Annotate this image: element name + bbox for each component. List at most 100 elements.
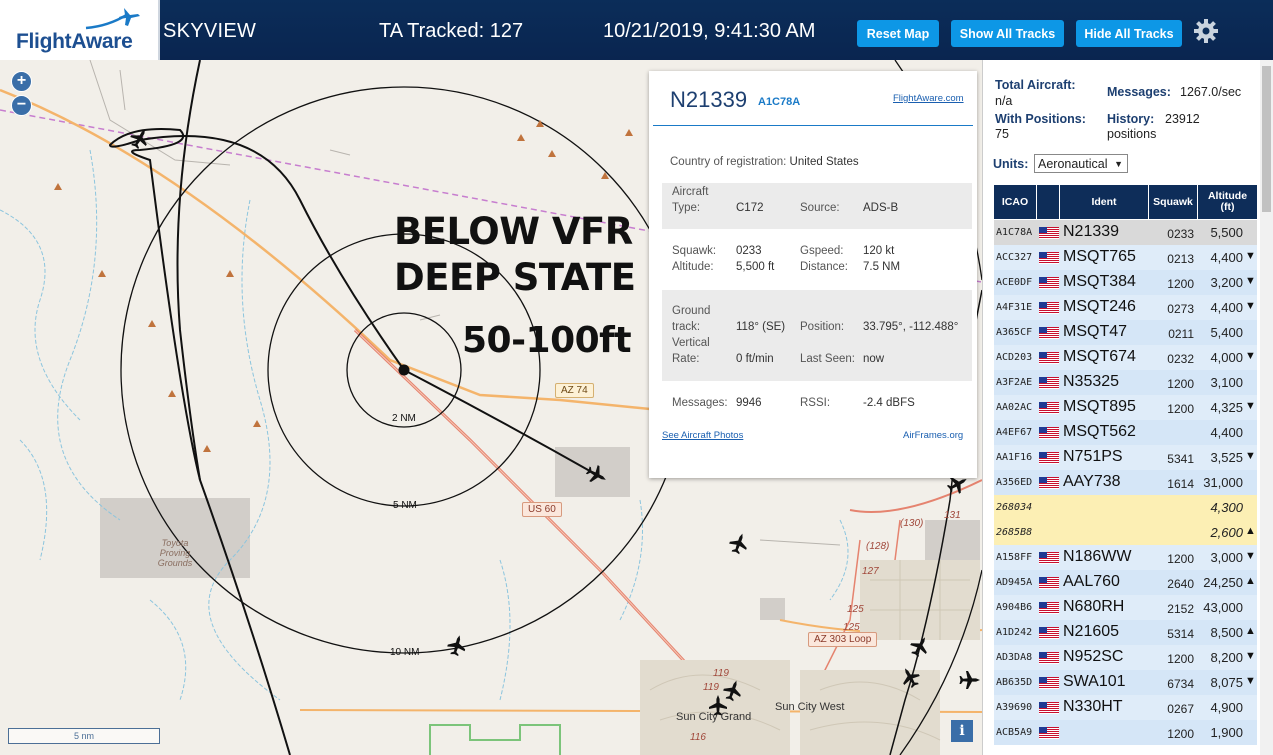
map-scale: 5 nm xyxy=(8,728,160,744)
table-row[interactable]: 268034 4,300 xyxy=(994,495,1257,521)
show-all-tracks-button[interactable]: Show All Tracks xyxy=(951,20,1064,47)
table-row[interactable]: A356ED AAY738 1614 31,000 xyxy=(994,470,1257,496)
cell-altitude: 3,000 xyxy=(1210,550,1243,565)
cell-squawk: 1200 xyxy=(1167,402,1194,416)
cell-altitude: 4,400 xyxy=(1210,425,1243,440)
table-row[interactable]: AD945A AAL760 2640 24,250 ▲ xyxy=(994,570,1257,596)
altitude-trend-icon: ▼ xyxy=(1245,300,1256,312)
popup-rssi: -2.4 dBFS xyxy=(863,397,915,409)
col-header-ident[interactable]: Ident xyxy=(1060,185,1148,219)
info-icon[interactable]: i xyxy=(951,720,973,742)
col-header-flag[interactable] xyxy=(1037,185,1059,219)
table-row[interactable]: ACC327 MSQT765 0213 4,400 ▼ xyxy=(994,245,1257,271)
gear-icon[interactable] xyxy=(1192,17,1220,45)
ring-label-10nm: 10 NM xyxy=(390,647,420,658)
cell-icao: A4F31E xyxy=(996,302,1033,313)
ring-label-5nm: 5 NM xyxy=(393,500,417,511)
cell-icao: A356ED xyxy=(996,477,1033,488)
units-select[interactable]: Aeronautical ▼ xyxy=(1034,154,1128,173)
popup-altitude: 5,500 ft xyxy=(736,261,775,273)
road-badge-az303: AZ 303 Loop xyxy=(808,632,878,647)
us-flag-icon xyxy=(1039,427,1059,439)
aircraft-marker[interactable] xyxy=(959,671,981,689)
table-row[interactable]: ACD203 MSQT674 0232 4,000 ▼ xyxy=(994,345,1257,371)
cell-squawk: 0211 xyxy=(1168,327,1194,341)
us-flag-icon xyxy=(1039,402,1059,414)
aircraft-marker-selected[interactable] xyxy=(583,462,611,488)
popup-row-messages: Messages: 9946 RSSI: -2.4 dBFS xyxy=(672,397,915,409)
cell-icao: AB635D xyxy=(996,677,1033,688)
popup-gspeed: 120 kt xyxy=(863,245,895,257)
popup-country: Country of registration: United States xyxy=(670,156,859,168)
cell-altitude: 4,000 xyxy=(1210,350,1243,365)
altitude-trend-icon: ▲ xyxy=(1245,525,1256,537)
table-row[interactable]: A3F2AE N35325 1200 3,100 xyxy=(994,370,1257,396)
flightaware-link[interactable]: FlightAware.com xyxy=(893,93,964,104)
us-flag-icon xyxy=(1039,452,1059,464)
table-row[interactable]: A1C78A N21339 0233 5,500 xyxy=(994,220,1257,246)
scrollbar-thumb[interactable] xyxy=(1262,66,1271,212)
table-row[interactable]: A39690 N330HT 0267 4,900 xyxy=(994,695,1257,721)
aircraft-marker[interactable] xyxy=(720,677,745,703)
aircraft-marker[interactable] xyxy=(126,124,153,152)
hide-all-tracks-button[interactable]: Hide All Tracks xyxy=(1076,20,1182,47)
cell-squawk: 1614 xyxy=(1167,477,1194,491)
table-row[interactable]: AA02AC MSQT895 1200 4,325 ▼ xyxy=(994,395,1257,421)
altitude-trend-icon: ▼ xyxy=(1245,275,1256,287)
popup-squawk: 0233 xyxy=(736,245,762,257)
road-badge-az74: AZ 74 xyxy=(555,383,594,398)
us-flag-icon xyxy=(1039,677,1059,689)
altitude-trend-icon: ▲ xyxy=(1245,625,1256,637)
table-row[interactable]: A4EF67 MSQT562 4,400 xyxy=(994,420,1257,446)
top-bar: FlightAware SKYVIEW TA Tracked: 127 10/2… xyxy=(0,0,1273,60)
table-row[interactable]: AB635D SWA101 6734 8,075 ▼ xyxy=(994,670,1257,696)
aircraft-marker[interactable] xyxy=(906,632,933,660)
col-header-altitude[interactable]: Altitude (ft) xyxy=(1198,185,1257,219)
history-value: 23912 xyxy=(1165,112,1200,126)
popup-row-squawk: Squawk: 0233 Gspeed: 120 kt Altitude: 5,… xyxy=(672,245,901,273)
road-badge-us60: US 60 xyxy=(522,502,562,517)
col-header-icao[interactable]: ICAO xyxy=(994,185,1036,219)
table-row[interactable]: 2685B8 2,600 ▲ xyxy=(994,520,1257,546)
zoom-in-button[interactable]: + xyxy=(11,71,32,92)
cell-ident: MSQT895 xyxy=(1063,398,1136,415)
popup-icao: A1C78A xyxy=(758,96,801,108)
cell-icao: A158FF xyxy=(996,552,1033,563)
col-header-squawk[interactable]: Squawk xyxy=(1149,185,1197,219)
cell-altitude: 31,000 xyxy=(1203,475,1243,490)
zoom-out-button[interactable]: − xyxy=(11,95,32,116)
cell-ident: SWA101 xyxy=(1063,673,1126,690)
reset-map-button[interactable]: Reset Map xyxy=(857,20,939,47)
table-row[interactable]: A4F31E MSQT246 0273 4,400 ▼ xyxy=(994,295,1257,321)
table-row[interactable]: AD3DA8 N952SC 1200 8,200 ▼ xyxy=(994,645,1257,671)
aircraft-marker[interactable] xyxy=(897,663,924,691)
route-number: 116 xyxy=(690,732,706,743)
table-row[interactable]: A158FF N186WW 1200 3,000 ▼ xyxy=(994,545,1257,571)
altitude-trend-icon: ▼ xyxy=(1245,650,1256,662)
table-row[interactable]: A904B6 N680RH 2152 43,000 xyxy=(994,595,1257,621)
messages-rate: 1267.0/sec xyxy=(1180,85,1242,99)
aircraft-marker[interactable] xyxy=(445,633,469,658)
ring-label-2nm: 2 NM xyxy=(392,413,416,424)
cell-squawk: 1200 xyxy=(1167,277,1194,291)
popup-divider xyxy=(653,125,973,126)
us-flag-icon xyxy=(1039,352,1059,364)
place-label-sun-city-west: Sun City West xyxy=(775,701,845,713)
airframes-link[interactable]: AirFrames.org xyxy=(903,430,963,441)
table-row[interactable]: ACB5A9 1200 1,900 xyxy=(994,720,1257,746)
cell-altitude: 3,100 xyxy=(1210,375,1243,390)
cell-altitude: 8,500 xyxy=(1210,625,1243,640)
table-row[interactable]: ACE0DF MSQT384 1200 3,200 ▼ xyxy=(994,270,1257,296)
with-positions-value: 75 xyxy=(995,127,1009,141)
flightaware-logo[interactable]: FlightAware xyxy=(0,0,160,60)
cell-squawk: 1200 xyxy=(1167,552,1194,566)
aircraft-marker[interactable] xyxy=(726,530,751,556)
sidebar-scrollbar[interactable] xyxy=(1260,60,1273,755)
us-flag-icon xyxy=(1039,302,1059,314)
table-row[interactable]: AA1F16 N751PS 5341 3,525 ▼ xyxy=(994,445,1257,471)
table-row[interactable]: A365CF MSQT47 0211 5,400 xyxy=(994,320,1257,346)
table-row[interactable]: A1D242 N21605 5314 8,500 ▲ xyxy=(994,620,1257,646)
aircraft-photos-link[interactable]: See Aircraft Photos xyxy=(662,430,743,441)
place-label-toyota: Toyota Proving Grounds xyxy=(157,538,193,568)
cell-icao: A365CF xyxy=(996,327,1033,338)
